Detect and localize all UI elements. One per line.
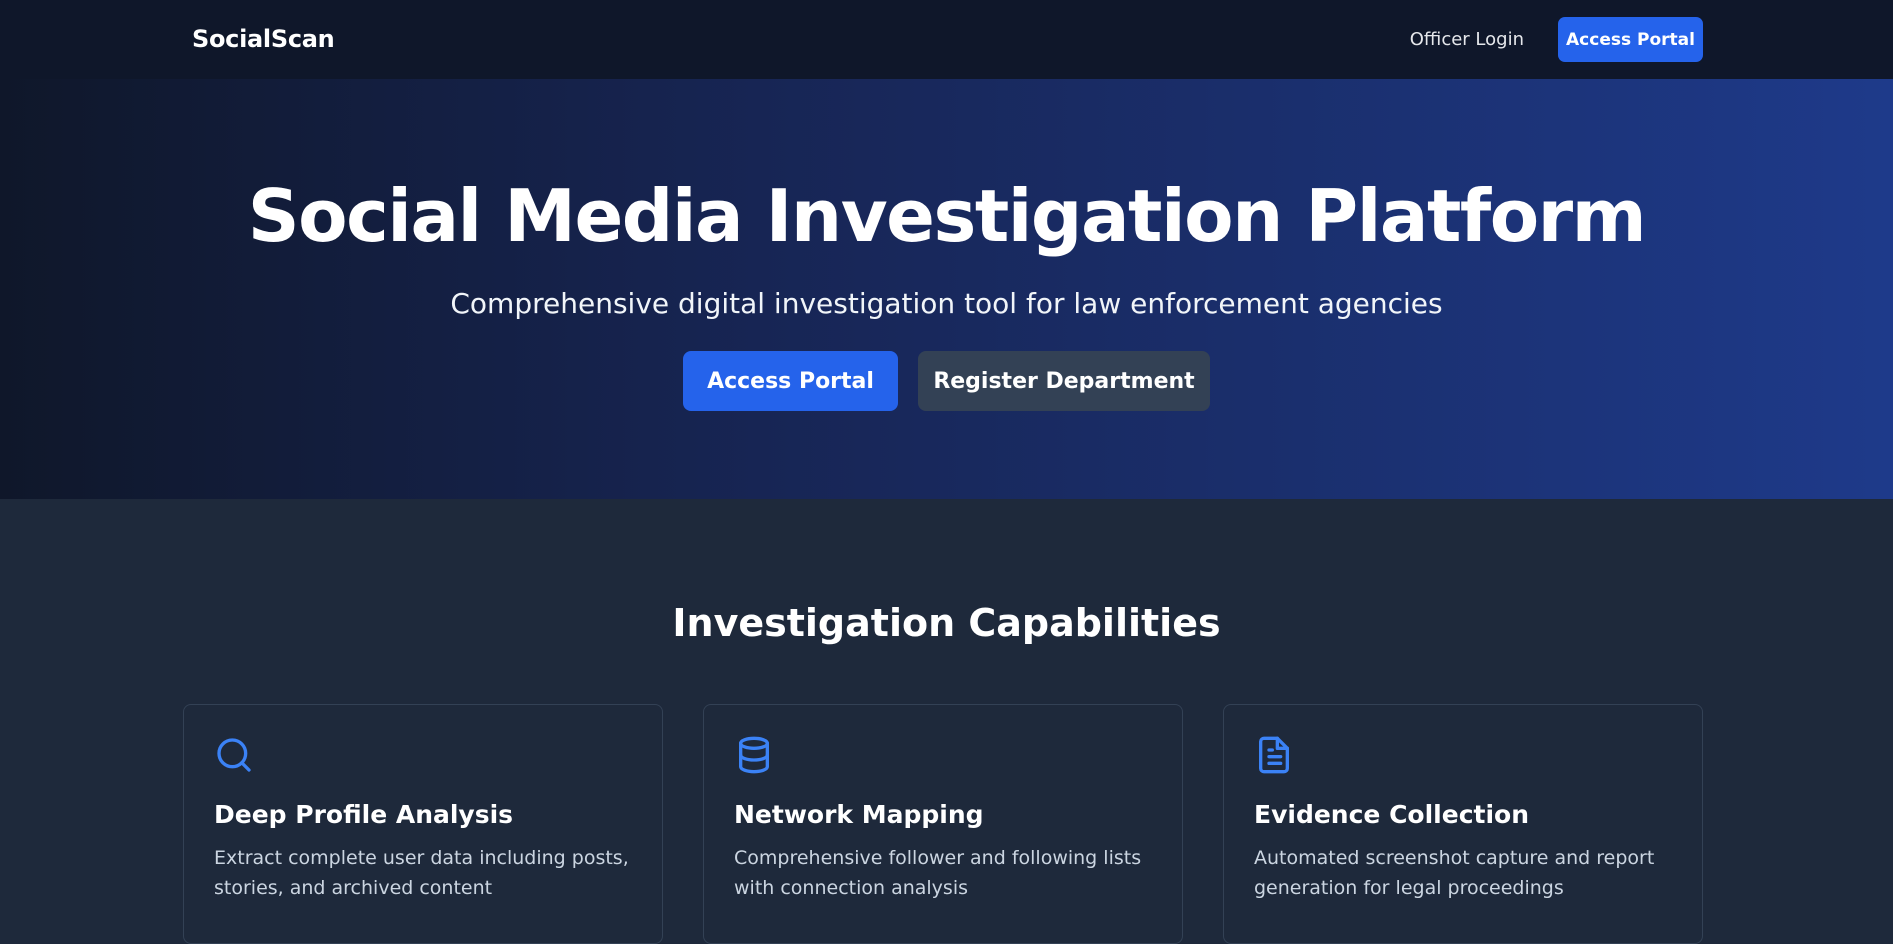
nav-access-portal-button[interactable]: Access Portal xyxy=(1558,17,1703,62)
capabilities-title: Investigation Capabilities xyxy=(672,601,1221,645)
brand-logo[interactable]: SocialScan xyxy=(192,25,335,53)
register-department-button[interactable]: Register Department xyxy=(918,351,1210,411)
hero-access-portal-button[interactable]: Access Portal xyxy=(683,351,898,411)
card-description: Extract complete user data including pos… xyxy=(214,847,629,899)
hero-title: Social Media Investigation Platform xyxy=(247,174,1647,258)
card-title: Evidence Collection xyxy=(1254,800,1529,829)
capability-card-profile-analysis: Deep Profile Analysis Extract complete u… xyxy=(183,704,663,944)
officer-login-link[interactable]: Officer Login xyxy=(1410,29,1524,50)
card-title: Deep Profile Analysis xyxy=(214,800,514,829)
capabilities-section: Investigation Capabilities Deep Profile … xyxy=(0,499,1893,944)
database-icon xyxy=(739,736,769,774)
top-navbar: SocialScan Officer Login Access Portal xyxy=(0,0,1893,79)
hero-buttons: Access Portal Register Department xyxy=(0,351,1893,411)
hero-section: Social Media Investigation Platform Comp… xyxy=(0,79,1893,499)
capability-card-network-mapping: Network Mapping Comprehensive follower a… xyxy=(703,704,1183,944)
capability-card-evidence-collection: Evidence Collection Automated screenshot… xyxy=(1223,704,1703,944)
card-description: Comprehensive follower and following lis… xyxy=(734,847,1142,899)
search-icon xyxy=(217,738,251,772)
document-icon xyxy=(1259,736,1289,774)
card-description: Automated screenshot capture and report … xyxy=(1254,847,1655,899)
card-title: Network Mapping xyxy=(734,800,984,829)
hero-subtitle: Comprehensive digital investigation tool… xyxy=(450,287,1443,320)
